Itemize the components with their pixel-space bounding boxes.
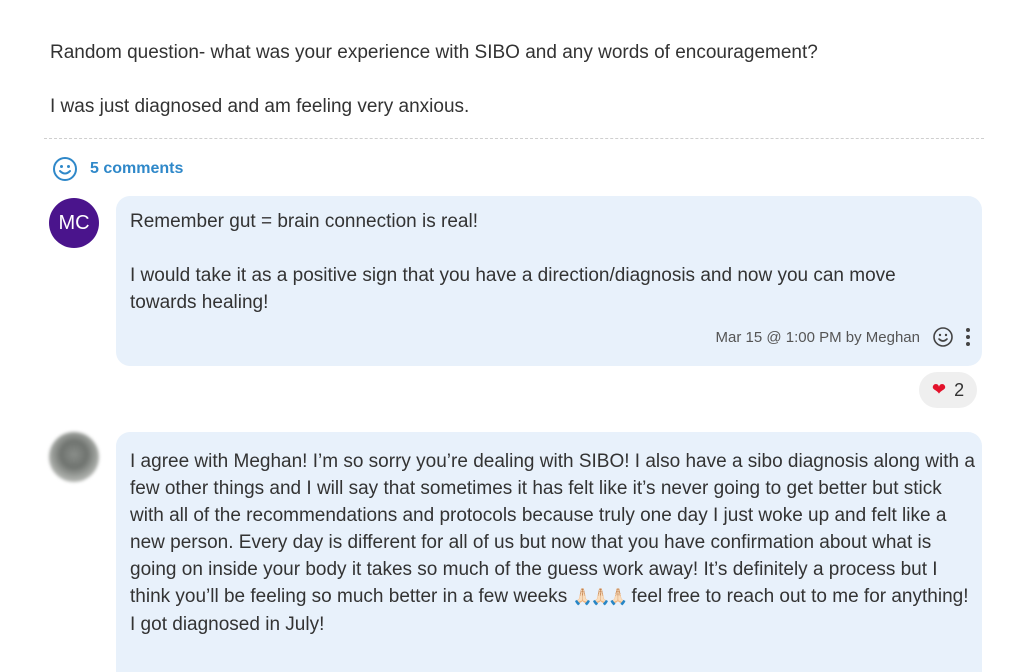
reaction-badge[interactable]: ❤ 2 xyxy=(919,372,977,408)
divider xyxy=(44,138,984,139)
comment-bubble: Remember gut = brain connection is real!… xyxy=(116,196,982,366)
smiley-icon xyxy=(53,157,77,181)
comment-text-part: I agree with Meghan! I’m so sorry you’re… xyxy=(130,451,975,607)
comment-meta: Mar 15 @ 1:00 PM by Meghan xyxy=(715,326,970,348)
heart-icon: ❤ xyxy=(931,380,947,399)
avatar[interactable] xyxy=(49,432,99,482)
more-options-icon[interactable] xyxy=(966,328,970,346)
comment-bubble: I agree with Meghan! I’m so sorry you’re… xyxy=(116,432,982,672)
comment-text: Remember gut = brain connection is real! xyxy=(130,211,478,232)
reaction-count: 2 xyxy=(954,379,965,400)
avatar[interactable]: MC xyxy=(49,198,99,248)
comment-text: I would take it as a positive sign that … xyxy=(130,265,896,313)
comments-toggle[interactable]: 5 comments xyxy=(52,156,183,182)
comment-text: I agree with Meghan! I’m so sorry you’re… xyxy=(130,448,975,638)
add-reaction-icon[interactable] xyxy=(932,326,954,348)
post-body-line: I was just diagnosed and am feeling very… xyxy=(50,96,470,117)
post-question-line: Random question- what was your experienc… xyxy=(50,42,818,63)
comment-timestamp: Mar 15 @ 1:00 PM by Meghan xyxy=(715,328,921,346)
comments-count: 5 comments xyxy=(90,160,184,177)
praying-hands-emoji: 🙏🏻🙏🏻🙏🏻 xyxy=(572,589,629,606)
